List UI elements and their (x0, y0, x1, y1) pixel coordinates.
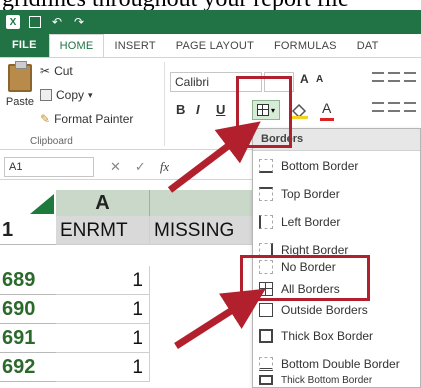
left-border-icon (259, 215, 273, 229)
menu-item-outside-borders[interactable]: Outside Borders (253, 301, 420, 317)
row-header[interactable]: 689 (0, 266, 56, 295)
menu-item-thick-bottom-border[interactable]: Thick Bottom Border (253, 375, 420, 388)
shrink-font-button[interactable]: A (316, 74, 323, 85)
redo-icon[interactable]: ↷ (72, 15, 86, 29)
select-all-triangle-icon (30, 194, 54, 214)
table-cell[interactable]: 1 (56, 353, 150, 382)
top-border-icon (259, 187, 273, 201)
name-box[interactable]: A1 (4, 157, 94, 177)
row-header[interactable]: 1 (0, 216, 56, 245)
copy-button[interactable]: Copy ▾ (40, 88, 93, 102)
undo-icon[interactable]: ↶ (50, 15, 64, 29)
cell-b1[interactable]: MISSING (150, 216, 260, 245)
font-color-swatch (320, 118, 334, 121)
menu-item-thick-box-border[interactable]: Thick Box Border (253, 322, 420, 350)
highlight-box-borders-button (236, 76, 292, 148)
tab-formulas[interactable]: FORMULAS (264, 35, 347, 57)
copy-label: Copy (56, 88, 85, 102)
paste-label: Paste (5, 96, 35, 108)
row-header[interactable]: 690 (0, 295, 56, 324)
enter-icon[interactable]: ✓ (135, 159, 146, 175)
row-header[interactable]: 691 (0, 324, 56, 353)
table-cell[interactable]: 1 (56, 324, 150, 353)
menu-item-top-border[interactable]: Top Border (253, 180, 420, 208)
group-divider (164, 62, 165, 146)
formula-controls: ✕ ✓ fx (110, 157, 260, 177)
align-top-icons[interactable] (372, 72, 416, 84)
copy-icon (40, 89, 52, 101)
highlight-box-all-borders (240, 255, 370, 301)
thick-box-border-icon (259, 329, 273, 343)
paste-button[interactable]: Paste (4, 61, 36, 130)
cut-button[interactable]: ✂ Cut (40, 64, 73, 78)
column-header-a[interactable]: A (56, 190, 150, 216)
menu-item-bottom-double-border[interactable]: Bottom Double Border (253, 350, 420, 378)
tab-file[interactable]: FILE (0, 33, 49, 57)
format-painter-button[interactable]: ✎ Format Painter (40, 112, 133, 126)
tab-home[interactable]: HOME (48, 34, 105, 57)
align-left-icons[interactable] (372, 102, 416, 114)
tab-data[interactable]: DAT (347, 35, 389, 57)
font-color-button[interactable]: A (322, 100, 331, 116)
bottom-border-icon (259, 159, 273, 173)
cell-a1[interactable]: ENRMT (56, 216, 150, 245)
format-painter-label: Format Painter (54, 112, 134, 126)
table-cell[interactable]: 1 (56, 295, 150, 324)
save-icon[interactable] (28, 15, 42, 29)
clipboard-icon (8, 61, 32, 92)
copy-dropdown-caret[interactable]: ▾ (88, 90, 93, 101)
cancel-icon[interactable]: ✕ (110, 159, 121, 175)
ribbon-tabs: FILE HOME INSERT PAGE LAYOUT FORMULAS DA… (0, 33, 421, 58)
paintbrush-icon: ✎ (40, 112, 51, 126)
underline-button[interactable]: U (216, 102, 225, 117)
cut-label: Cut (54, 64, 73, 78)
bottom-double-border-icon (259, 357, 273, 371)
fill-color-icon[interactable] (290, 102, 310, 120)
quick-access-toolbar: X ↶ ↷ (0, 10, 421, 34)
excel-logo-icon: X (6, 15, 20, 29)
italic-button[interactable]: I (196, 102, 200, 117)
outside-borders-icon (259, 303, 273, 317)
menu-item-left-border[interactable]: Left Border (253, 208, 420, 236)
thick-bottom-border-icon (259, 375, 273, 385)
scissors-icon: ✂ (40, 64, 51, 78)
bold-button[interactable]: B (176, 102, 185, 117)
tab-page-layout[interactable]: PAGE LAYOUT (166, 35, 264, 57)
table-cell[interactable]: 1 (56, 266, 150, 295)
menu-item-bottom-border[interactable]: Bottom Border (253, 152, 420, 180)
clipboard-group-label: Clipboard (30, 136, 73, 147)
tab-insert[interactable]: INSERT (104, 35, 165, 57)
row-header[interactable]: 692 (0, 353, 56, 382)
fx-icon[interactable]: fx (160, 159, 169, 175)
grow-font-button[interactable]: A (300, 72, 309, 86)
